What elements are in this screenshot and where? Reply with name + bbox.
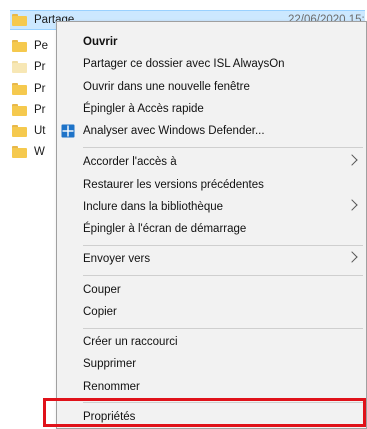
menu-item-label: Épingler à l'écran de démarrage <box>83 223 247 235</box>
folder-icon <box>12 61 27 73</box>
folder-icon <box>12 40 27 52</box>
menu-item-create-shortcut[interactable]: Créer un raccourci <box>57 331 366 353</box>
menu-item-label: Accorder l'accès à <box>83 156 177 168</box>
menu-separator <box>83 328 363 329</box>
menu-item-label: Analyser avec Windows Defender... <box>83 125 265 137</box>
menu-separator <box>83 275 363 276</box>
menu-item-rename[interactable]: Renommer <box>57 376 366 398</box>
folder-icon <box>12 146 27 158</box>
chevron-right-icon <box>346 199 358 211</box>
menu-item-label: Épingler à Accès rapide <box>83 103 204 115</box>
menu-item-pin-quick-access[interactable]: Épingler à Accès rapide <box>57 98 366 120</box>
menu-separator <box>83 147 363 148</box>
menu-item-label: Créer un raccourci <box>83 336 178 348</box>
menu-item-label: Couper <box>83 284 121 296</box>
menu-item-label: Supprimer <box>83 358 137 370</box>
menu-item-delete[interactable]: Supprimer <box>57 353 366 375</box>
menu-item-label: Partager ce dossier avec ISL AlwaysOn <box>83 58 285 70</box>
menu-item-pin-start[interactable]: Épingler à l'écran de démarrage <box>57 218 366 240</box>
menu-item-label: Ouvrir <box>83 36 118 48</box>
chevron-right-icon <box>346 251 358 263</box>
windows-defender-icon <box>61 124 75 138</box>
screen: Partage 22/06/2020 15:47 Pe Pr Pr Pr Ut … <box>0 0 367 429</box>
menu-item-label: Ouvrir dans une nouvelle fenêtre <box>83 81 250 93</box>
menu-item-restore-versions[interactable]: Restaurer les versions précédentes <box>57 174 366 196</box>
menu-item-share-isl[interactable]: Partager ce dossier avec ISL AlwaysOn <box>57 53 366 75</box>
menu-item-include-library[interactable]: Inclure dans la bibliothèque <box>57 196 366 218</box>
menu-item-label: Renommer <box>83 381 140 393</box>
folder-icon <box>12 104 27 116</box>
context-menu: Ouvrir Partager ce dossier avec ISL Alwa… <box>56 21 367 429</box>
folder-icon <box>12 125 27 137</box>
menu-item-label: Restaurer les versions précédentes <box>83 179 264 191</box>
menu-item-label: Envoyer vers <box>83 253 151 265</box>
menu-item-scan-defender[interactable]: Analyser avec Windows Defender... <box>57 120 366 142</box>
menu-item-send-to[interactable]: Envoyer vers <box>57 248 366 270</box>
folder-icon <box>12 83 27 95</box>
menu-item-give-access[interactable]: Accorder l'accès à <box>57 151 366 173</box>
menu-item-label: Inclure dans la bibliothèque <box>83 201 224 213</box>
menu-item-open[interactable]: Ouvrir <box>57 31 366 53</box>
menu-separator <box>83 245 363 246</box>
menu-item-open-new-window[interactable]: Ouvrir dans une nouvelle fenêtre <box>57 76 366 98</box>
menu-item-cut[interactable]: Couper <box>57 279 366 301</box>
menu-item-label: Copier <box>83 306 117 318</box>
highlight-box <box>43 398 366 427</box>
menu-item-copy[interactable]: Copier <box>57 301 366 323</box>
chevron-right-icon <box>346 154 358 166</box>
folder-icon <box>12 14 27 26</box>
